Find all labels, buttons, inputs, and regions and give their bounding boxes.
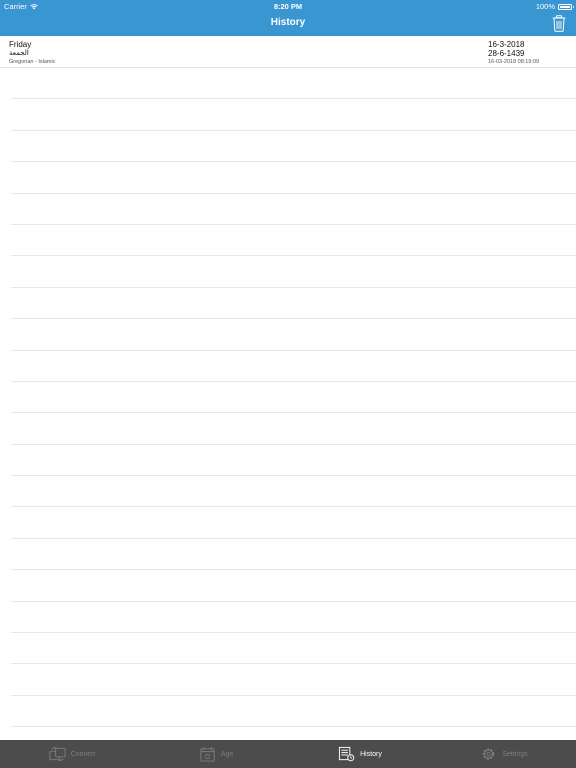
tab-history[interactable]: History bbox=[288, 740, 432, 768]
tab-settings[interactable]: Settings bbox=[432, 740, 576, 768]
empty-row bbox=[11, 256, 576, 288]
empty-row bbox=[11, 507, 576, 539]
empty-row bbox=[11, 131, 576, 163]
empty-row bbox=[11, 476, 576, 508]
empty-row bbox=[11, 570, 576, 602]
empty-row bbox=[11, 351, 576, 382]
history-icon bbox=[339, 746, 355, 762]
tab-age[interactable]: Age bbox=[144, 740, 288, 768]
gear-icon bbox=[483, 748, 495, 760]
empty-row bbox=[11, 225, 576, 257]
page-title: History bbox=[270, 17, 306, 28]
entry-gregorian-date: 16-3-2018 bbox=[488, 40, 525, 49]
entry-weekday: Friday bbox=[9, 40, 32, 49]
battery-indicator: 100% bbox=[535, 2, 574, 11]
tab-bar: Convert Age History Settings bbox=[0, 740, 576, 768]
empty-row bbox=[11, 288, 576, 320]
empty-row bbox=[11, 633, 576, 665]
history-entry[interactable]: Friday الجمعة Gregorian - Islamic 16-3-2… bbox=[0, 36, 576, 68]
empty-row bbox=[11, 539, 576, 571]
empty-rows bbox=[0, 68, 576, 728]
convert-icon bbox=[49, 747, 66, 761]
empty-row bbox=[11, 162, 576, 194]
navigation-bar: Carrier 8:20 PM 100% History bbox=[0, 0, 576, 36]
tab-label: History bbox=[360, 750, 382, 758]
tab-label: Convert bbox=[70, 750, 96, 758]
tab-label: Settings bbox=[502, 750, 528, 758]
battery-percent: 100% bbox=[535, 2, 555, 11]
empty-row bbox=[11, 194, 576, 225]
entry-conversion-type: Gregorian - Islamic bbox=[9, 59, 56, 65]
trash-icon[interactable] bbox=[552, 15, 566, 32]
tab-label: Age bbox=[220, 750, 234, 758]
empty-row bbox=[11, 664, 576, 696]
entry-timestamp: 16-03-2018 08:19:09 bbox=[488, 59, 540, 65]
entry-weekday-arabic: الجمعة bbox=[9, 49, 29, 57]
empty-row bbox=[11, 413, 576, 445]
history-list: Friday الجمعة Gregorian - Islamic 16-3-2… bbox=[0, 36, 576, 740]
empty-row bbox=[11, 319, 576, 351]
empty-row bbox=[11, 382, 576, 414]
calendar-icon bbox=[200, 747, 215, 762]
entry-hijri-date: 28-6-1439 bbox=[488, 49, 525, 58]
empty-row bbox=[11, 696, 576, 728]
empty-row bbox=[11, 445, 576, 477]
empty-row bbox=[11, 602, 576, 634]
status-time: 8:20 PM bbox=[273, 2, 303, 11]
empty-row bbox=[11, 99, 576, 131]
empty-row bbox=[11, 68, 576, 100]
tab-convert[interactable]: Convert bbox=[0, 740, 144, 768]
status-bar: Carrier 8:20 PM 100% bbox=[0, 0, 576, 12]
battery-icon bbox=[558, 3, 574, 10]
